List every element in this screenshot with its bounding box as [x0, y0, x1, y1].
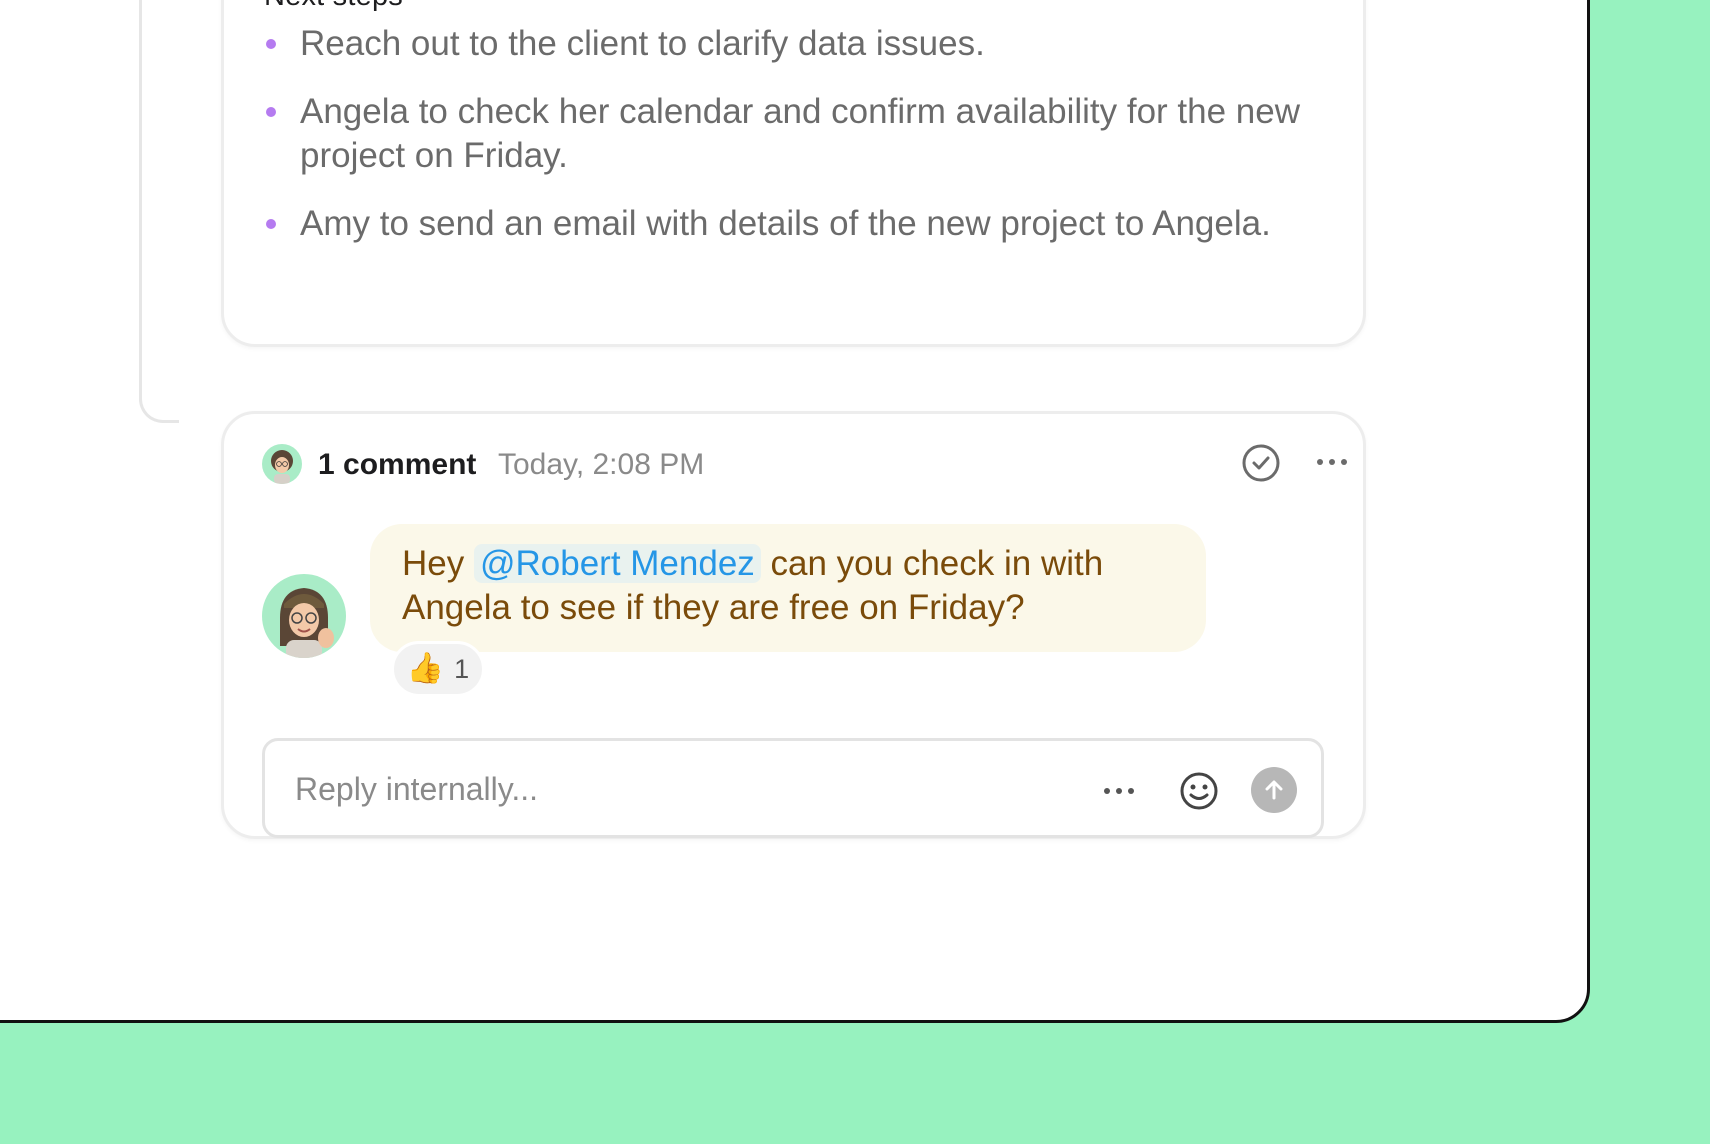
avatar[interactable]	[262, 444, 302, 484]
step-text: Reach out to the client to clarify data …	[300, 24, 985, 63]
list-item: Amy to send an email with details of the…	[264, 202, 1324, 246]
thumbs-up-reaction[interactable]: 👍 1	[391, 641, 485, 697]
reply-input[interactable]	[295, 767, 1055, 811]
next-steps-list: Reach out to the client to clarify data …	[264, 22, 1324, 270]
list-item: Angela to check her calendar and confirm…	[264, 90, 1324, 178]
bullet-icon	[266, 219, 276, 229]
list-item: Reach out to the client to clarify data …	[264, 22, 1324, 66]
check-circle-icon[interactable]	[1240, 442, 1282, 484]
bullet-icon	[266, 107, 276, 117]
more-horizontal-icon[interactable]	[1101, 781, 1137, 801]
arrow-up-icon	[1265, 780, 1283, 800]
summary-card: Next steps Reach out to the client to cl…	[221, 0, 1366, 347]
thumbs-up-icon: 👍	[406, 652, 445, 685]
thread-connector	[139, 0, 179, 423]
comment-timestamp: Today, 2:08 PM	[498, 448, 705, 481]
step-text: Angela to check her calendar and confirm…	[300, 92, 1300, 175]
send-button[interactable]	[1251, 767, 1297, 813]
comment-message: Hey @Robert Mendez can you check in with…	[370, 524, 1206, 652]
reply-composer	[262, 738, 1324, 838]
more-horizontal-icon[interactable]	[1314, 452, 1350, 472]
comment-header: 1 comment Today, 2:08 PM	[262, 442, 1347, 486]
comment-thread-card: 1 comment Today, 2:08 PM Hey @Robert Men…	[221, 411, 1366, 839]
next-steps-title: Next steps	[264, 0, 403, 13]
smiley-icon[interactable]	[1177, 769, 1221, 813]
app-window: Next steps Reach out to the client to cl…	[0, 0, 1590, 1023]
comment-count: 1 comment	[318, 448, 477, 481]
bullet-icon	[266, 39, 276, 49]
message-text: Hey	[402, 544, 474, 583]
step-text: Amy to send an email with details of the…	[300, 204, 1271, 243]
reaction-count: 1	[454, 653, 470, 684]
avatar[interactable]	[262, 574, 346, 658]
user-mention[interactable]: @Robert Mendez	[473, 544, 761, 583]
